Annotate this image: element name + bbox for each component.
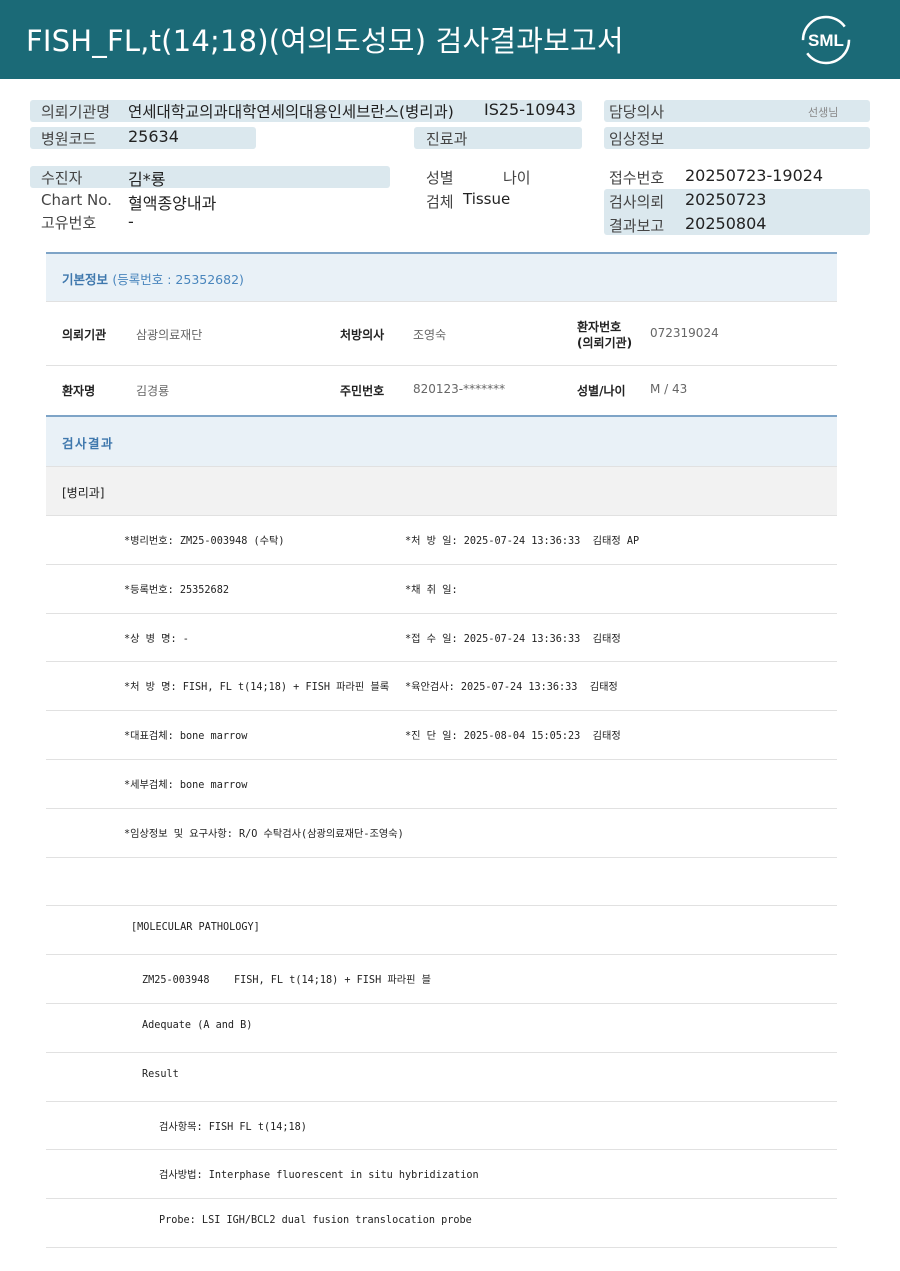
result-report-label: 결과보고 [609, 217, 665, 235]
molecular-line: [MOLECULAR PATHOLOGY] [131, 922, 260, 933]
receipt-no-label: 접수번호 [609, 169, 665, 187]
pathology-dept-label: [병리과] [62, 486, 105, 500]
divider [46, 759, 837, 760]
request-value: 20250723 [685, 190, 767, 209]
unique-no-value: - [128, 212, 134, 231]
patient-no-label: 환자번호 [577, 320, 622, 334]
divider [46, 710, 837, 711]
referral-org-label: 의뢰기관명 [41, 103, 111, 121]
molecular-line: Result [142, 1069, 179, 1080]
receipt-no-value: 20250723-19024 [685, 166, 824, 185]
divider [46, 1101, 837, 1102]
patient-row [30, 166, 390, 188]
molecular-line: 검사항목: FISH FL t(14;18) [159, 1122, 307, 1133]
divider [46, 905, 837, 906]
sml-logo: SML [801, 15, 851, 65]
divider [46, 954, 837, 955]
result-field-left: *병리번호: ZM25-003948 (수탁) [124, 536, 285, 547]
patient-no-sublabel: (의뢰기관) [577, 336, 633, 350]
patient-value: 김*룡 [128, 170, 166, 189]
name-label: 환자명 [62, 384, 96, 398]
divider [46, 1003, 837, 1004]
report-number: IS25-10943 [484, 100, 576, 119]
clinical-info-label: 임상정보 [609, 130, 665, 148]
divider [46, 1198, 837, 1199]
result-field-right: *진 단 일: 2025-08-04 15:05:23 김태정 [405, 731, 621, 742]
hospital-code-label: 병원코드 [41, 130, 97, 148]
department-bar [46, 466, 837, 516]
chart-no-value: 혈액종양내과 [128, 194, 217, 213]
result-field-right: *육안검사: 2025-07-24 13:36:33 김태정 [405, 682, 618, 693]
result-field-left: *처 방 명: FISH, FL t(14;18) + FISH 파라핀 블록 [124, 682, 390, 693]
prescriber-value: 조영숙 [413, 328, 447, 342]
doctor-suffix: 선생님 [808, 106, 839, 119]
divider [46, 808, 837, 809]
org-label: 의뢰기관 [62, 328, 107, 342]
result-field-left: *상 병 명: - [124, 634, 189, 645]
request-label: 검사의뢰 [609, 193, 665, 211]
result-field-right: *처 방 일: 2025-07-24 13:36:33 김태정 AP [405, 536, 640, 547]
molecular-line: Probe: LSI IGH/BCL2 dual fusion transloc… [159, 1215, 472, 1226]
report-title: FISH_FL,t(14;18)(여의도성모) 검사결과보고서 [26, 24, 624, 58]
patient-no-value: 072319024 [650, 326, 719, 340]
result-field-left: *대표검체: bone marrow [124, 731, 248, 742]
unique-no-label: 고유번호 [41, 214, 97, 232]
divider [46, 365, 837, 366]
result-field-left: *임상정보 및 요구사항: R/O 수탁검사(삼광의료재단-조영숙) [124, 829, 404, 840]
molecular-line: ZM25-003948 FISH, FL t(14;18) + FISH 파라핀… [142, 975, 431, 986]
age-label: 나이 [503, 169, 531, 187]
basic-info-title: 기본정보 (등록번호 : 25352682) [62, 272, 244, 287]
result-header [46, 415, 837, 467]
rrn-label: 주민번호 [340, 384, 385, 398]
doctor-label: 담당의사 [609, 103, 665, 121]
result-field-left: *등록번호: 25352682 [124, 585, 229, 596]
divider [46, 661, 837, 662]
prescriber-label: 처방의사 [340, 328, 385, 342]
divider [46, 515, 837, 516]
chart-no-label: Chart No. [41, 191, 112, 209]
result-title: 검사결과 [62, 436, 115, 451]
result-field-right: *채 취 일: [405, 585, 458, 596]
result-report-value: 20250804 [685, 214, 767, 233]
molecular-line: Adequate (A and B) [142, 1020, 253, 1031]
org-value: 삼광의료재단 [136, 328, 203, 342]
sex-label: 성별 [426, 169, 454, 187]
divider [46, 1247, 837, 1248]
specimen-label: 검체 [426, 193, 454, 211]
department-label: 진료과 [426, 130, 468, 148]
divider [46, 613, 837, 614]
divider [46, 857, 837, 858]
referral-org-value: 연세대학교의과대학연세의대용인세브란스(병리과) [128, 103, 454, 121]
specimen-value: Tissue [463, 190, 511, 208]
divider [46, 1052, 837, 1053]
patient-label: 수진자 [41, 169, 83, 187]
registration-number: (등록번호 : 25352682) [112, 272, 244, 287]
sex-age-value: M / 43 [650, 382, 688, 396]
hospital-code-value: 25634 [128, 127, 179, 146]
divider [46, 564, 837, 565]
molecular-line: 검사방법: Interphase fluorescent in situ hyb… [159, 1170, 479, 1181]
divider [46, 1149, 837, 1150]
result-field-left: *세부검체: bone marrow [124, 780, 248, 791]
divider [46, 301, 837, 302]
rrn-value: 820123-******* [413, 382, 506, 396]
logo-text: SML [808, 31, 844, 50]
result-field-right: *접 수 일: 2025-07-24 13:36:33 김태정 [405, 634, 621, 645]
name-value: 김경룡 [136, 384, 170, 398]
sex-age-label: 성별/나이 [577, 384, 626, 398]
